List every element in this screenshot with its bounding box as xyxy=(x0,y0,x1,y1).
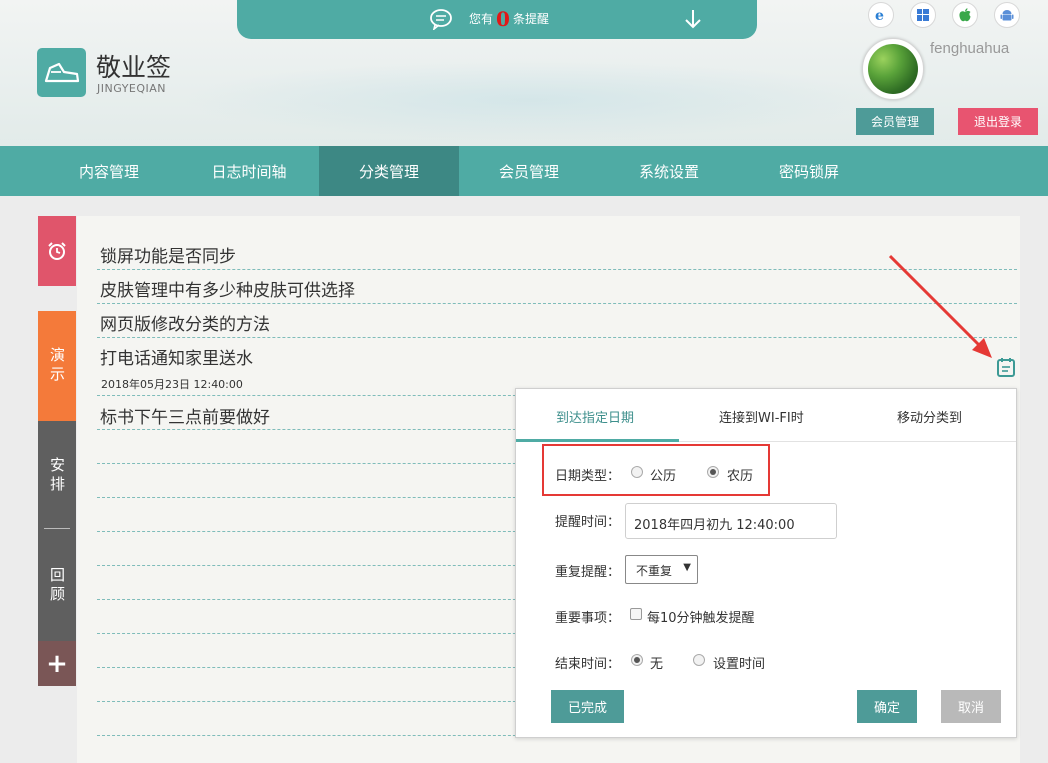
tab-divider xyxy=(44,528,70,529)
cancel-button[interactable]: 取消 xyxy=(941,690,1001,723)
nav-log-timeline[interactable]: 日志时间轴 xyxy=(179,146,319,196)
shoe-logo-icon xyxy=(44,62,80,83)
divider xyxy=(97,269,1017,270)
active-tab-indicator xyxy=(516,439,679,442)
reminder-prefix: 您有 xyxy=(469,12,494,26)
list-item[interactable]: 标书下午三点前要做好 xyxy=(100,403,270,428)
solar-calendar-label[interactable]: 公历 xyxy=(650,465,676,484)
end-time-none-label[interactable]: 无 xyxy=(650,653,663,672)
android-icon[interactable] xyxy=(994,2,1020,28)
svg-text:e: e xyxy=(875,8,884,23)
remind-time-input[interactable]: 2018年四月初九 12:40:00 xyxy=(625,503,837,539)
brand-name: 敬业签 xyxy=(96,53,172,82)
note-date: 2018年05月23日 12:40:00 xyxy=(101,378,243,391)
tab-specified-date[interactable]: 到达指定日期 xyxy=(556,407,634,426)
end-time-label: 结束时间： xyxy=(555,657,621,672)
logo[interactable] xyxy=(37,48,86,97)
avatar[interactable] xyxy=(862,38,924,100)
brand-subtitle: JINGYEQIAN xyxy=(97,82,167,95)
tab-wifi[interactable]: 连接到WI-FI时 xyxy=(719,407,804,426)
main-nav: 内容管理 日志时间轴 分类管理 会员管理 系统设置 密码锁屏 xyxy=(0,146,1048,196)
lunar-calendar-radio[interactable] xyxy=(707,466,719,478)
add-button[interactable]: + xyxy=(38,641,76,686)
list-item[interactable]: 锁屏功能是否同步 xyxy=(100,242,236,267)
reminder-notice-bar[interactable]: 您有 0 条提醒 xyxy=(237,0,757,39)
list-item[interactable]: 皮肤管理中有多少种皮肤可供选择 xyxy=(100,276,355,301)
end-time-set-label[interactable]: 设置时间 xyxy=(713,653,765,672)
end-time-set-radio[interactable] xyxy=(693,654,705,666)
header-background xyxy=(180,60,880,140)
tab-move-category[interactable]: 移动分类到 xyxy=(897,407,962,426)
demo-tab[interactable]: 演示 xyxy=(38,311,76,421)
remind-time-label: 提醒时间： xyxy=(555,515,621,530)
nav-content-management[interactable]: 内容管理 xyxy=(39,146,179,196)
apple-icon[interactable] xyxy=(952,2,978,28)
alarm-clock-icon xyxy=(48,242,66,260)
review-label[interactable]: 回顾 xyxy=(38,567,76,610)
logout-button[interactable]: 退出登录 xyxy=(958,108,1038,135)
repeat-select[interactable]: 不重复 ▼ xyxy=(625,555,698,584)
header: 您有 0 条提醒 敬业签 JINGYEQIAN e fenghuahua 会员管… xyxy=(0,0,1048,146)
nav-password-lock[interactable]: 密码锁屏 xyxy=(739,146,879,196)
annotation-arrow-icon xyxy=(888,254,992,358)
repeat-label: 重复提醒： xyxy=(555,565,621,580)
reminder-popup: 到达指定日期 连接到WI-FI时 移动分类到 日期类型： 公历 农历 提醒时间：… xyxy=(515,388,1017,738)
nav-system-settings[interactable]: 系统设置 xyxy=(599,146,739,196)
alarm-tab[interactable] xyxy=(38,216,76,286)
arrange-label[interactable]: 安排 xyxy=(38,457,76,500)
list-item[interactable]: 网页版修改分类的方法 xyxy=(100,310,270,335)
important-checkbox[interactable] xyxy=(630,608,642,620)
platform-links: e xyxy=(868,2,1020,28)
end-time-none-radio[interactable] xyxy=(631,654,643,666)
confirm-button[interactable]: 确定 xyxy=(857,690,917,723)
windows-icon[interactable] xyxy=(910,2,936,28)
arrow-down-icon[interactable] xyxy=(683,8,703,30)
reminder-suffix: 条提醒 xyxy=(512,12,549,26)
nav-member-management[interactable]: 会员管理 xyxy=(459,146,599,196)
message-bubble-icon xyxy=(430,9,452,30)
repeat-select-value: 不重复 xyxy=(636,564,673,578)
reminder-count: 0 xyxy=(496,6,510,31)
arrange-review-tab[interactable]: 安排 回顾 xyxy=(38,421,76,641)
ie-icon[interactable]: e xyxy=(868,2,894,28)
calendar-icon[interactable] xyxy=(995,356,1017,378)
done-button[interactable]: 已完成 xyxy=(551,690,624,723)
important-checkbox-label[interactable]: 每10分钟触发提醒 xyxy=(647,607,755,626)
member-management-button[interactable]: 会员管理 xyxy=(856,108,934,135)
lunar-calendar-label[interactable]: 农历 xyxy=(727,465,753,484)
date-type-label: 日期类型： xyxy=(555,469,621,484)
dropdown-caret-icon: ▼ xyxy=(683,562,691,573)
solar-calendar-radio[interactable] xyxy=(631,466,643,478)
nav-category-management[interactable]: 分类管理 xyxy=(319,146,459,196)
popup-tabs: 到达指定日期 连接到WI-FI时 移动分类到 xyxy=(516,389,1016,442)
divider xyxy=(97,337,1017,338)
list-item[interactable]: 打电话通知家里送水 xyxy=(100,344,253,369)
reminder-text: 您有 0 条提醒 xyxy=(469,6,549,31)
divider xyxy=(97,303,1017,304)
important-label: 重要事项： xyxy=(555,611,621,626)
username: fenghuahua xyxy=(930,40,1010,57)
demo-tab-label: 演示 xyxy=(48,347,66,385)
